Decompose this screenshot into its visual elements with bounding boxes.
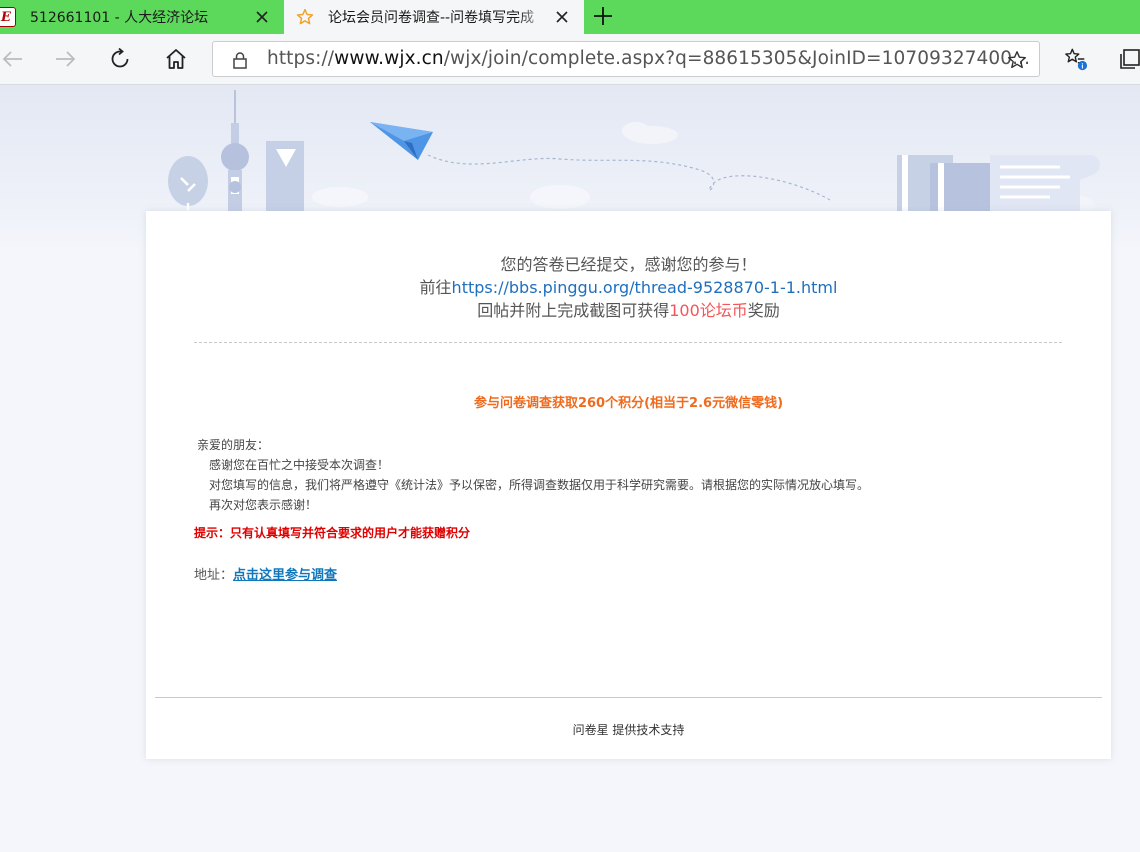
letter-greeting: 亲爱的朋友：: [197, 438, 270, 452]
result-card: 您的答卷已经提交，感谢您的参与！ 前往https://bbs.pinggu.or…: [146, 211, 1111, 759]
refresh-button[interactable]: [108, 47, 132, 71]
close-tab-icon[interactable]: [254, 9, 270, 25]
letter-line: 再次对您表示感谢！: [209, 498, 318, 512]
submit-confirmation: 您的答卷已经提交，感谢您的参与！ 前往https://bbs.pinggu.or…: [146, 253, 1111, 322]
forward-button[interactable]: [54, 47, 78, 71]
url-text: https://www.wjx.cn/wjx/join/complete.asp…: [267, 48, 1031, 69]
browser-toolbar: https://www.wjx.cn/wjx/join/complete.asp…: [0, 34, 1140, 85]
letter-line: 感谢您在百忙之中接受本次调查！: [209, 458, 390, 472]
tab-title: 512661101 - 人大经济论坛: [30, 10, 209, 26]
star-outline-icon: [296, 8, 314, 25]
page-viewport: 您的答卷已经提交，感谢您的参与！ 前往https://bbs.pinggu.or…: [0, 85, 1140, 852]
favorites-list-icon: i: [1065, 48, 1088, 71]
tip-text: 提示：只有认真填写并符合要求的用户才能获赠积分: [194, 526, 471, 540]
letter-text: 亲爱的朋友： 感谢您在百忙之中接受本次调查！ 对您填写的信息，我们将严格遵守《统…: [197, 435, 869, 515]
collections-button[interactable]: [1118, 47, 1140, 71]
reward-line: 回帖并附上完成截图可获得100论坛币奖励: [477, 301, 780, 320]
thread-line: 前往https://bbs.pinggu.org/thread-9528870-…: [419, 278, 838, 297]
back-button[interactable]: [0, 47, 24, 71]
tab-survey-complete[interactable]: 论坛会员问卷调查--问卷填写完成: [284, 0, 584, 34]
reward-amount: 100论坛币: [669, 301, 748, 320]
survey-promo-title: 参与问卷调查获取260个积分(相当于2.6元微信零钱): [473, 396, 784, 411]
address-bar[interactable]: https://www.wjx.cn/wjx/join/complete.asp…: [212, 41, 1040, 77]
svg-text:i: i: [1081, 62, 1083, 71]
thread-link[interactable]: https://bbs.pinggu.org/thread-9528870-1-…: [452, 278, 838, 297]
tab-pinggu-forum[interactable]: E 512661101 - 人大经济论坛: [0, 0, 284, 34]
back-arrow-icon: [2, 51, 22, 67]
survey-address: 地址：点击这里参与调查: [194, 564, 337, 583]
thanks-message: 您的答卷已经提交，感谢您的参与！: [500, 255, 757, 274]
forward-arrow-icon: [56, 51, 76, 67]
dashed-divider: [194, 342, 1062, 343]
letter-line: 对您填写的信息，我们将严格遵守《统计法》予以保密，所得调查数据仅用于科学研究需要…: [209, 478, 870, 492]
forum-favicon: E: [0, 7, 16, 27]
tab-title: 论坛会员问卷调查--问卷填写完成: [328, 10, 535, 26]
footer-divider: [155, 697, 1102, 698]
footer-credit: 问卷星 提供技术支持: [572, 723, 685, 737]
join-survey-link[interactable]: 点击这里参与调查: [233, 568, 337, 583]
home-icon: [166, 49, 186, 69]
new-tab-plus-icon[interactable]: [592, 5, 614, 27]
tab-strip: E 512661101 - 人大经济论坛 论坛会员问卷调查--问卷填写完成: [0, 0, 1140, 34]
close-tab-icon[interactable]: [554, 9, 570, 25]
home-button[interactable]: [164, 47, 188, 71]
favorites-button[interactable]: i: [1064, 47, 1088, 71]
collections-icon: [1120, 49, 1140, 69]
lock-icon: [233, 52, 247, 69]
refresh-icon: [111, 47, 129, 68]
favorite-star-icon[interactable]: [1007, 50, 1027, 70]
address-label: 地址：: [194, 568, 234, 583]
